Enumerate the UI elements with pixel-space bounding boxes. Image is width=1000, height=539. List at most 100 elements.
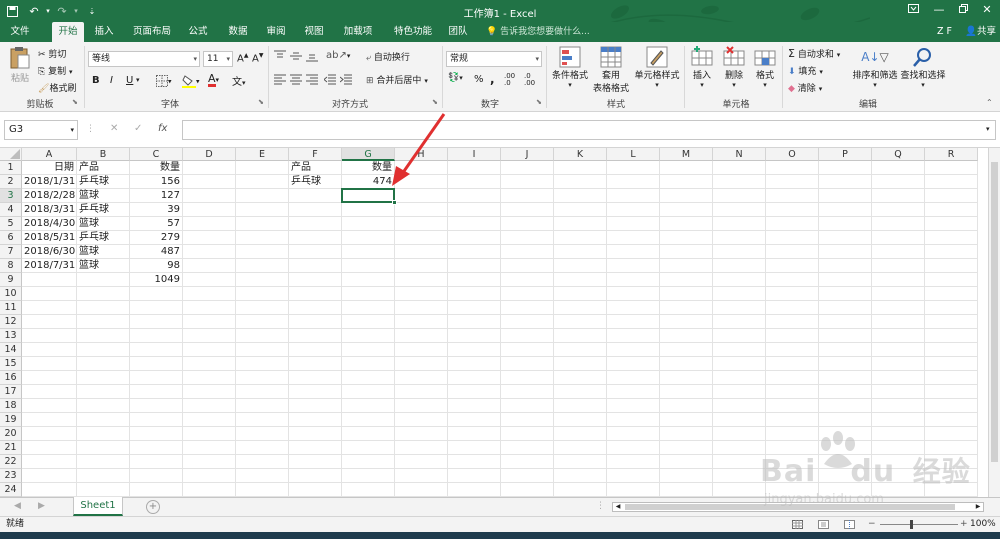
cell-F6[interactable] [289,231,342,245]
cell-P10[interactable] [819,287,872,301]
row-header[interactable]: 4 [0,203,22,217]
cell-L21[interactable] [607,441,660,455]
cell-E2[interactable] [236,175,289,189]
underline-dropdown-icon[interactable]: ▾ [136,76,140,84]
column-header[interactable]: E [236,148,289,161]
cell-J4[interactable] [501,203,554,217]
sheet-tab-sheet1[interactable]: Sheet1 [73,497,123,516]
confirm-formula-icon[interactable]: ✓ [134,123,142,134]
cell-Q15[interactable] [872,357,925,371]
cell-G20[interactable] [342,427,395,441]
cell-A7[interactable]: 2018/6/30 [22,245,77,259]
cell-M11[interactable] [660,301,713,315]
cell-P22[interactable] [819,455,872,469]
cell-G15[interactable] [342,357,395,371]
cell-M16[interactable] [660,371,713,385]
cell-L13[interactable] [607,329,660,343]
cell-R21[interactable] [925,441,978,455]
cell-M5[interactable] [660,217,713,231]
cell-D23[interactable] [183,469,236,483]
cell-O14[interactable] [766,343,819,357]
formula-input[interactable] [182,120,996,140]
column-header[interactable]: M [660,148,713,161]
cell-R5[interactable] [925,217,978,231]
cell-G19[interactable] [342,413,395,427]
tab-team[interactable]: 团队 [444,22,472,42]
cell-H7[interactable] [395,245,448,259]
cell-N15[interactable] [713,357,766,371]
cell-F10[interactable] [289,287,342,301]
cell-G6[interactable] [342,231,395,245]
cell-F17[interactable] [289,385,342,399]
cell-D20[interactable] [183,427,236,441]
cell-H22[interactable] [395,455,448,469]
expand-formula-icon[interactable]: ▾ [986,125,990,133]
column-header[interactable]: P [819,148,872,161]
cell-R6[interactable] [925,231,978,245]
cell-A4[interactable]: 2018/3/31 [22,203,77,217]
border-button[interactable]: ▾ [156,75,172,87]
cell-H10[interactable] [395,287,448,301]
cell-K22[interactable] [554,455,607,469]
cell-I19[interactable] [448,413,501,427]
cell-K24[interactable] [554,483,607,497]
cell-F18[interactable] [289,399,342,413]
cell-G10[interactable] [342,287,395,301]
cell-J1[interactable] [501,161,554,175]
cell-N8[interactable] [713,259,766,273]
cell-E5[interactable] [236,217,289,231]
clear-button[interactable]: ◆ 清除 ▾ [788,81,822,94]
cell-L1[interactable] [607,161,660,175]
cell-E22[interactable] [236,455,289,469]
cell-E11[interactable] [236,301,289,315]
cell-F21[interactable] [289,441,342,455]
cell-R8[interactable] [925,259,978,273]
wrap-text-button[interactable]: ⤶ 自动换行 [366,50,410,63]
sort-filter-button[interactable]: A↓▽ 排序和筛选 ▾ [852,46,898,89]
row-header[interactable]: 13 [0,329,22,343]
cell-M18[interactable] [660,399,713,413]
cell-M3[interactable] [660,189,713,203]
cell-I10[interactable] [448,287,501,301]
restore-icon[interactable] [954,2,972,18]
cell-R11[interactable] [925,301,978,315]
cell-B19[interactable] [77,413,130,427]
cell-C18[interactable] [130,399,183,413]
cell-E4[interactable] [236,203,289,217]
cell-P21[interactable] [819,441,872,455]
find-select-button[interactable]: 查找和选择 ▾ [900,46,946,89]
cell-J23[interactable] [501,469,554,483]
cell-G5[interactable] [342,217,395,231]
cell-K1[interactable] [554,161,607,175]
cell-P15[interactable] [819,357,872,371]
cell-D11[interactable] [183,301,236,315]
cell-O10[interactable] [766,287,819,301]
cell-P17[interactable] [819,385,872,399]
cell-E24[interactable] [236,483,289,497]
cell-N23[interactable] [713,469,766,483]
row-header[interactable]: 5 [0,217,22,231]
cell-L15[interactable] [607,357,660,371]
cell-D13[interactable] [183,329,236,343]
cell-G22[interactable] [342,455,395,469]
cell-I16[interactable] [448,371,501,385]
cell-D10[interactable] [183,287,236,301]
cell-E21[interactable] [236,441,289,455]
add-sheet-icon[interactable]: + [146,500,160,514]
column-header[interactable]: J [501,148,554,161]
cell-B22[interactable] [77,455,130,469]
cell-C22[interactable] [130,455,183,469]
scroll-right-icon[interactable]: ▶ [973,503,983,511]
cell-B18[interactable] [77,399,130,413]
cell-O6[interactable] [766,231,819,245]
increase-indent-icon[interactable] [340,73,352,85]
row-header[interactable]: 3 [0,189,22,203]
cell-G4[interactable] [342,203,395,217]
align-center-icon[interactable] [290,73,302,85]
cell-C17[interactable] [130,385,183,399]
cell-E14[interactable] [236,343,289,357]
cell-Q3[interactable] [872,189,925,203]
cell-H19[interactable] [395,413,448,427]
cell-Q10[interactable] [872,287,925,301]
cell-B15[interactable] [77,357,130,371]
